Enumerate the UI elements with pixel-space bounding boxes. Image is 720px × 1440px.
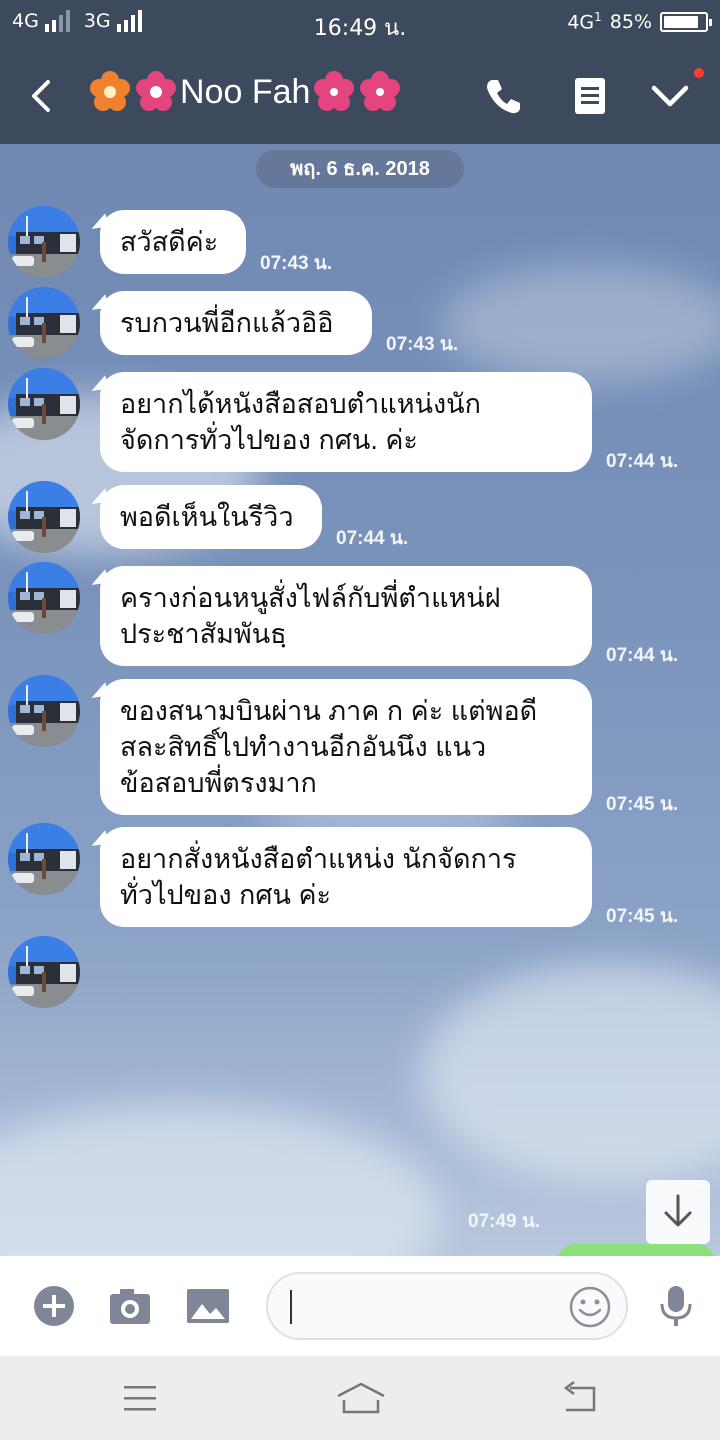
message-text-line: ข้อสอบพี่ตรงมาก [120,768,317,798]
return-icon[interactable] [558,1378,602,1418]
message-bubble[interactable]: ครางก่อนหนูสั่งไฟล์กับพี่ตำแหน่ฝประชาสัม… [100,566,592,666]
text-caret [290,1290,292,1324]
message-text-line: ของสนามบินผ่าน ภาค ก ค่ะ แต่พอดี [120,696,538,726]
chat-header: Noo Fah [0,48,720,144]
orange-flower-icon [90,71,130,111]
contact-avatar[interactable] [8,206,80,278]
chevron-down-icon[interactable] [648,74,692,118]
message-time: 07:45 น. [606,906,679,927]
menu-icon[interactable] [118,1378,162,1418]
message-input[interactable] [266,1272,628,1340]
message-time: 07:45 น. [606,794,679,815]
date-separator: พฤ. 6 ธ.ค. 2018 [256,150,464,188]
contact-avatar[interactable] [8,481,80,553]
battery-percent: 85% [609,10,652,33]
camera-icon[interactable] [108,1284,152,1328]
notification-dot [694,68,704,78]
message-time: 07:44 น. [606,645,679,666]
contact-avatar[interactable] [8,368,80,440]
message-text-line: สละสิทธิ์ไปทำงานอีกอันนึง แนว [120,732,487,762]
message-bubble[interactable]: สวัสดีค่ะ [100,210,246,274]
message-time: 07:44 น. [336,528,409,549]
network-label-3: 4G1 [567,10,602,34]
back-arrow-icon[interactable] [22,76,62,116]
home-icon[interactable] [334,1378,388,1418]
message-bubble[interactable]: อยากได้หนังสือสอบตำแหน่งนักจัดการทั่วไปข… [100,372,592,472]
phone-icon[interactable] [482,74,526,118]
notes-icon[interactable] [568,74,612,118]
message-bubble[interactable]: อยากสั่งหนังสือตำแหน่ง นักจัดการทั่วไปขอ… [100,827,592,927]
message-bubble[interactable]: พอดีเห็นในรีวิว [100,485,322,549]
contact-avatar[interactable] [8,823,80,895]
message-text-line: อยากได้หนังสือสอบตำแหน่งนัก [120,389,481,419]
message-input-bar [0,1256,720,1356]
pink-flower-icon [314,71,355,111]
message-time: 07:49 น. [468,1211,541,1232]
contact-avatar[interactable] [8,675,80,747]
scroll-down-arrow-icon[interactable] [646,1180,710,1244]
contact-avatar[interactable] [8,287,80,359]
own-message-bubble-partial [556,1244,716,1256]
microphone-icon[interactable] [654,1284,698,1328]
contact-avatar[interactable] [8,562,80,634]
message-time: 07:43 น. [386,334,459,355]
pink-flower-icon [136,71,176,111]
message-text-line: ครางก่อนหนูสั่งไฟล์กับพี่ตำแหน่ฝ [120,583,501,613]
message-time: 07:44 น. [606,451,679,472]
contact-avatar[interactable] [8,936,80,1008]
message-bubble[interactable]: รบกวนพี่อีกแล้วอิอิ [100,291,372,355]
contact-name: Noo Fah [180,72,311,111]
status-bar: 4G 3G 16:49 น. 4G1 85% [0,0,720,48]
chat-title[interactable]: Noo Fah [88,70,402,114]
status-right: 4G1 85% [567,10,712,34]
plus-icon[interactable] [32,1284,76,1328]
message-text-line: ประชาสัมพันธฺ [120,619,287,649]
system-navigation-bar [0,1356,720,1440]
message-text-line: จัดการทั่วไปของ กศน. ค่ะ [120,425,418,455]
message-text-line: ทั่วไปของ กศน ค่ะ [120,880,332,910]
battery-icon [660,11,712,32]
pink-flower-icon [360,71,401,111]
message-text-line: สวัสดีค่ะ [120,227,219,257]
image-icon[interactable] [186,1284,230,1328]
message-text-line: รบกวนพี่อีกแล้วอิอิ [120,308,334,338]
message-text-line: อยากสั่งหนังสือตำแหน่ง นักจัดการ [120,844,517,874]
chat-area[interactable]: พฤ. 6 ธ.ค. 2018 สวัสดีค่ะ 07:43 น. รบกวนพี… [0,144,720,1256]
message-bubble[interactable]: ของสนามบินผ่าน ภาค ก ค่ะ แต่พอดีสละสิทธิ… [100,679,592,815]
message-text-line: พอดีเห็นในรีวิว [120,502,294,532]
message-time: 07:43 น. [260,253,333,274]
emoji-icon[interactable] [568,1285,612,1329]
